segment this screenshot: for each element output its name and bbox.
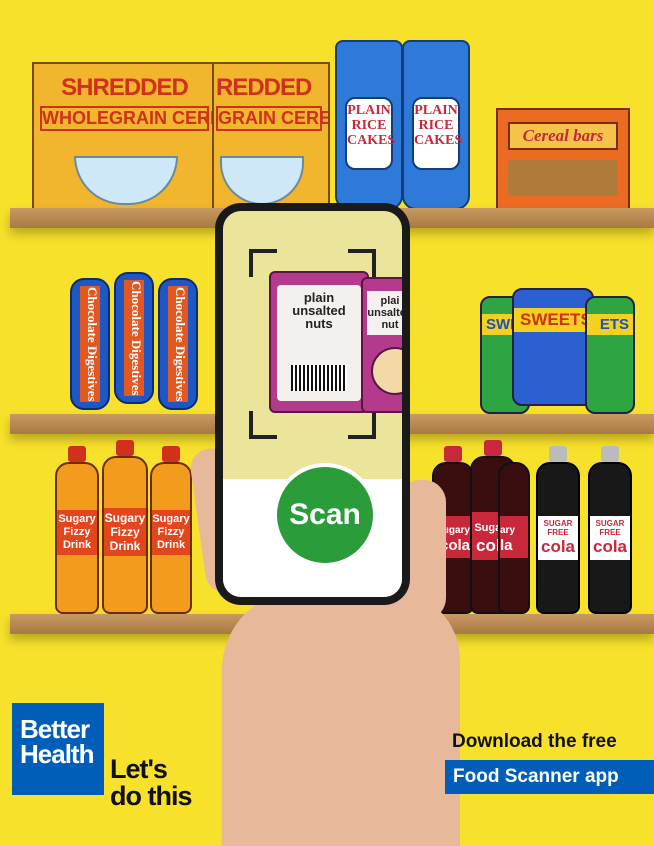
sugar-free-cola-bottle: SUGAR FREE cola	[588, 462, 632, 614]
nuts-pack: plain unsalted nuts	[269, 271, 369, 413]
sweets-label: SWEETS	[514, 308, 592, 332]
cereal-box-title: SHREDDED	[61, 74, 189, 101]
bottle-cap	[484, 440, 502, 456]
fizzy-drink-text: Sugary	[152, 513, 190, 525]
cola-label: ary la	[500, 516, 528, 558]
fizzy-drink-bottle: Sugary Fizzy Drink	[150, 462, 192, 614]
rice-cakes-label: PLAIN RICE CAKES	[412, 97, 462, 170]
fizzy-drink-bottle: Sugary Fizzy Drink	[55, 462, 99, 614]
sugar-free-cola-bottle: SUGAR FREE cola	[536, 462, 580, 614]
cola-label: SUGAR FREE cola	[590, 516, 630, 560]
fizzy-drink-text: Drink	[156, 539, 186, 551]
sweets-label: ETS	[587, 314, 633, 335]
cereal-bars-box: Cereal bars	[496, 108, 630, 210]
digestives-pack: Chocolate Digestives	[70, 278, 110, 410]
sugar-free-badge: SUGAR FREE	[595, 519, 625, 537]
nuts-image	[371, 347, 402, 395]
cereal-box-title: REDDED	[216, 74, 312, 101]
scan-frame-corner	[348, 411, 376, 439]
logo-line: Health	[20, 739, 94, 769]
nuts-pack: plai unsalted nut	[361, 277, 402, 413]
tagline-line: do this	[110, 781, 192, 811]
cola-label: SUGAR FREE cola	[538, 516, 578, 560]
fizzy-drink-label: Sugary Fizzy Drink	[104, 508, 146, 556]
tagline-line: Let's	[110, 754, 168, 784]
cola-text: ary	[500, 525, 516, 536]
sugar-free-badge: SUGAR FREE	[543, 519, 573, 537]
bottle-cap	[444, 446, 462, 462]
cola-bottle: ary la	[498, 462, 530, 614]
cola-text: la	[500, 537, 513, 554]
fizzy-drink-label: Sugary Fizzy Drink	[57, 510, 97, 555]
bottle-cap	[549, 446, 567, 462]
phone: plain unsalted nuts plai unsalted nut Sc…	[215, 203, 410, 605]
bottle-cap	[116, 440, 134, 456]
nuts-label: plain unsalted nuts	[292, 290, 346, 331]
digestives-label: Chocolate Digestives	[80, 286, 100, 402]
fizzy-drink-text: Drink	[62, 539, 92, 551]
digestives-label: Chocolate Digestives	[124, 280, 144, 396]
cereal-bars-label: Cereal bars	[508, 122, 618, 150]
cereal-box: SHREDDED WHOLEGRAIN CEREAL	[32, 62, 217, 210]
bottle-cap	[601, 446, 619, 462]
phone-screen: plain unsalted nuts plai unsalted nut Sc…	[223, 211, 402, 597]
cereal-bar-image	[508, 160, 618, 196]
bottle-cap	[68, 446, 86, 462]
rice-cakes-label: PLAIN RICE CAKES	[345, 97, 395, 170]
digestives-pack: Chocolate Digestives	[158, 278, 198, 410]
cereal-box-subtitle: WHOLEGRAIN CEREAL	[40, 106, 215, 131]
cola-text: cola	[592, 537, 628, 556]
tagline: Let's do this	[110, 756, 192, 810]
digestives-label: Chocolate Digestives	[168, 286, 188, 402]
sweets-pack: SWEETS	[512, 288, 594, 406]
rice-cakes-pack: PLAIN RICE CAKES	[402, 40, 470, 210]
bottle-cap	[162, 446, 180, 462]
cta-app-name[interactable]: Food Scanner app	[445, 760, 654, 794]
cereal-box: REDDED GRAIN CEREAL	[212, 62, 330, 210]
fizzy-drink-text: Sugary	[58, 513, 96, 525]
fizzy-drink-bottle: Sugary Fizzy Drink	[102, 456, 148, 614]
rice-cakes-pack: PLAIN RICE CAKES	[335, 40, 403, 210]
cereal-box-subtitle: GRAIN CEREAL	[216, 106, 328, 131]
scan-button[interactable]: Scan	[273, 463, 377, 567]
fizzy-drink-text: Sugary	[104, 511, 146, 525]
fizzy-drink-text: Fizzy	[63, 526, 91, 538]
cola-text: cola	[540, 537, 576, 556]
scan-frame-corner	[249, 411, 277, 439]
nuts-label-panel: plain unsalted nuts	[277, 285, 361, 401]
cta-text: Download the free	[452, 731, 617, 752]
nuts-label: plai unsalted nut	[367, 291, 402, 335]
fizzy-drink-text: Fizzy	[110, 525, 140, 539]
barcode-icon	[291, 365, 347, 391]
cereal-bowl-image	[74, 156, 178, 205]
hand-palm	[222, 590, 460, 846]
cereal-bowl-image	[220, 156, 304, 205]
better-health-logo: Better Health	[12, 703, 104, 795]
sweets-pack: ETS	[585, 296, 635, 414]
fizzy-drink-label: Sugary Fizzy Drink	[152, 510, 190, 555]
fizzy-drink-text: Fizzy	[157, 526, 185, 538]
fizzy-drink-text: Drink	[109, 539, 141, 553]
digestives-pack: Chocolate Digestives	[114, 272, 154, 404]
